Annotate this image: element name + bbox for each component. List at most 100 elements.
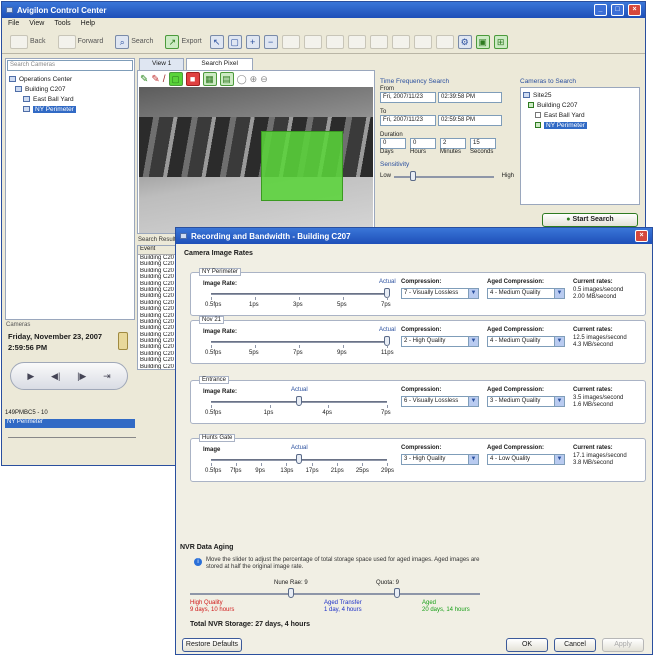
layout-8-icon[interactable] (435, 34, 454, 49)
image-rate-thumb[interactable] (296, 454, 302, 464)
tab-view-1[interactable]: View 1 (139, 58, 185, 70)
camera-image[interactable] (139, 87, 373, 233)
image-rate-slider[interactable] (211, 341, 387, 343)
compression-select[interactable]: 7 - Visually Lossless ▼ (401, 288, 479, 299)
tree-camera-2[interactable]: NY Perimeter (9, 104, 131, 114)
layout-1-icon[interactable] (281, 34, 300, 49)
layout-7-icon[interactable] (413, 34, 432, 49)
timeline-slider[interactable] (8, 432, 136, 438)
page-icon[interactable]: ▢ (227, 34, 242, 49)
sensitivity-thumb[interactable] (410, 171, 416, 181)
tree-camera-1[interactable]: East Ball Yard (9, 94, 131, 104)
compression-select[interactable]: 3 - High Quality ▼ (401, 454, 479, 465)
aged-compression-select[interactable]: 4 - Medium Quality ▼ (487, 336, 565, 347)
aged-compression-select[interactable]: 3 - Medium Quality ▼ (487, 396, 565, 407)
camera-list-item[interactable]: NY Perimeter (5, 419, 135, 428)
step-back-icon[interactable]: ◀| (51, 371, 60, 382)
results-row[interactable]: Building C20 (138, 274, 178, 280)
menu-file[interactable]: File (8, 20, 19, 28)
layout-3-icon[interactable] (325, 34, 344, 49)
checkbox-icon[interactable] (535, 122, 541, 128)
search-tree-camera[interactable]: NY Perimeter (523, 120, 637, 130)
results-row[interactable]: Building C20 (138, 357, 178, 363)
aging-thumb-1[interactable] (288, 588, 294, 598)
aging-slider-track[interactable] (190, 593, 480, 595)
search-tree-camera[interactable]: East Ball Yard (523, 110, 637, 120)
zoom-in-view-icon[interactable]: ⊕ (250, 74, 258, 85)
results-row[interactable]: Building C20 (138, 325, 178, 331)
grid-icon[interactable]: ▦ (202, 72, 217, 86)
menu-help[interactable]: Help (81, 20, 95, 28)
results-row[interactable]: Building C20 (138, 261, 178, 267)
tree-root[interactable]: Operations Center (9, 74, 131, 84)
line-icon[interactable]: / (163, 74, 166, 85)
search-tree-root[interactable]: Site25 (523, 90, 637, 100)
from-time-input[interactable]: 02:39:58 PM (438, 92, 502, 103)
play-icon[interactable]: ▶ (27, 371, 34, 382)
tree-search-input[interactable]: Search Cameras (7, 60, 133, 71)
zoom-out-icon[interactable]: − (263, 34, 278, 49)
compression-select[interactable]: 6 - Visually Lossless ▼ (401, 396, 479, 407)
results-row[interactable]: Building C20 (138, 313, 178, 319)
duration-hours-input[interactable]: 0 (410, 138, 436, 149)
layout-5-icon[interactable] (369, 34, 388, 49)
checkbox-icon[interactable] (535, 112, 541, 118)
search-region-overlay[interactable] (261, 131, 343, 201)
results-row[interactable]: Building C20 (138, 293, 178, 299)
ok-button[interactable]: OK (506, 638, 548, 652)
image-rate-slider[interactable] (211, 293, 387, 295)
image-rate-thumb[interactable] (296, 396, 302, 406)
apply-button[interactable]: Apply (602, 638, 644, 652)
speed-icon[interactable]: ⇥ (103, 371, 111, 382)
sensitivity-slider[interactable] (394, 176, 494, 178)
new-window-icon[interactable]: ⊞ (493, 34, 508, 49)
pencil-icon[interactable]: ✎ (140, 74, 148, 85)
tree-server[interactable]: Building C207 (9, 84, 131, 94)
region-icon[interactable]: ▤ (219, 72, 234, 86)
forward-button[interactable]: Forward (54, 33, 108, 51)
aged-compression-select[interactable]: 4 - Medium Quality ▼ (487, 288, 565, 299)
tab-search-pixel[interactable]: Search Pixel (186, 58, 253, 70)
results-row[interactable]: Building C20 (138, 344, 178, 350)
aged-compression-select[interactable]: 4 - Low Quality ▼ (487, 454, 565, 465)
from-date-input[interactable]: Fri, 2007/11/23 (380, 92, 436, 103)
menu-tools[interactable]: Tools (54, 20, 70, 28)
eraser-icon[interactable]: ✎ (151, 74, 159, 85)
search-tree-server[interactable]: Building C207 (523, 100, 637, 110)
checkbox-icon[interactable] (528, 102, 534, 108)
camera-list-item[interactable]: 149PMBC5 - 10 (5, 410, 135, 419)
results-row[interactable]: Building C20 (138, 306, 178, 312)
menu-view[interactable]: View (29, 20, 44, 28)
select-all-icon[interactable]: ▢ (168, 72, 183, 86)
clear-icon[interactable]: ■ (185, 72, 200, 86)
results-row[interactable]: Building C20 (138, 364, 178, 369)
restore-defaults-button[interactable]: Restore Defaults (182, 638, 242, 652)
export-button[interactable]: ↗ Export (161, 33, 205, 51)
results-row[interactable]: Building C20 (138, 281, 178, 287)
maximize-button[interactable]: □ (611, 4, 624, 16)
duration-days-input[interactable]: 0 (380, 138, 406, 149)
duration-seconds-input[interactable]: 15 (470, 138, 496, 149)
back-button[interactable]: Back (6, 33, 50, 51)
zoom-out-view-icon[interactable]: ⊖ (260, 74, 268, 85)
minimize-button[interactable]: _ (594, 4, 607, 16)
dialog-close-button[interactable]: × (635, 230, 648, 242)
pointer-icon[interactable]: ↖ (209, 34, 224, 49)
duration-minutes-input[interactable]: 2 (440, 138, 466, 149)
cancel-button[interactable]: Cancel (554, 638, 596, 652)
zoom-fit-icon[interactable]: ◯ (237, 74, 247, 85)
to-time-input[interactable]: 02:59:58 PM (438, 115, 502, 126)
window-icon[interactable]: ▣ (475, 34, 490, 49)
layout-6-icon[interactable] (391, 34, 410, 49)
layout-2-icon[interactable] (303, 34, 322, 49)
aging-thumb-2[interactable] (394, 588, 400, 598)
compression-select[interactable]: 2 - High Quality ▼ (401, 336, 479, 347)
layout-4-icon[interactable] (347, 34, 366, 49)
calendar-icon[interactable] (118, 332, 128, 350)
settings-icon[interactable]: ⚙ (457, 34, 472, 49)
to-date-input[interactable]: Fri, 2007/11/23 (380, 115, 436, 126)
step-forward-icon[interactable]: |▶ (77, 371, 86, 382)
close-button[interactable]: × (628, 4, 641, 16)
search-button[interactable]: ⌕ Search (111, 33, 157, 51)
zoom-in-icon[interactable]: + (245, 34, 260, 49)
